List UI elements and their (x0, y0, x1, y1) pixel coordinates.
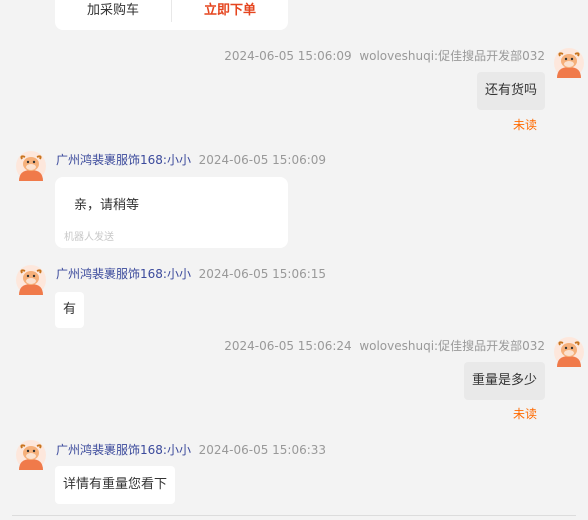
message-bubble: 亲，请稍等 机器人发送 (55, 177, 288, 248)
order-now-button[interactable]: 立即下单 (172, 0, 288, 30)
add-to-purchase-cart-button[interactable]: 加采购车 (55, 0, 171, 30)
message-text: 详情有重量您看下 (63, 477, 168, 492)
sender-name[interactable]: 广州鸿裴裹服饰168:小小 (56, 443, 191, 457)
message-bubble: 详情有重量您看下 (55, 466, 176, 504)
message-meta: 广州鸿裴裹服饰168:小小 2024-06-05 15:06:09 (56, 153, 326, 167)
cow-avatar-icon[interactable] (16, 440, 46, 470)
message-time: 2024-06-05 15:06:09 (224, 49, 352, 63)
sender-name[interactable]: 广州鸿裴裹服饰168:小小 (56, 267, 191, 281)
message-meta: 广州鸿裴裹服饰168:小小 2024-06-05 15:06:15 (56, 267, 326, 281)
sender-name: woloveshuqi:促佳搜品开发部032 (359, 49, 545, 63)
message-meta: 广州鸿裴裹服饰168:小小 2024-06-05 15:06:33 (56, 443, 326, 457)
message-text: 还有货吗 (484, 83, 537, 98)
cow-avatar-icon[interactable] (16, 265, 46, 295)
message-bubble: 重量是多少 (463, 362, 545, 400)
cow-avatar-icon[interactable] (16, 151, 46, 181)
message-time: 2024-06-05 15:06:33 (198, 443, 327, 457)
cow-avatar-icon[interactable] (554, 337, 584, 367)
message-text: 亲，请稍等 (74, 198, 140, 213)
product-card: 加采购车 立即下单 (55, 0, 288, 30)
sender-name[interactable]: 广州鸿裴裹服饰168:小小 (56, 153, 191, 167)
message-bubble: 还有货吗 (476, 72, 545, 110)
sender-name: woloveshuqi:促佳搜品开发部032 (359, 339, 545, 353)
message-text: 有 (63, 302, 77, 317)
cow-avatar-icon[interactable] (554, 48, 584, 78)
unread-status: 未读 (513, 118, 538, 132)
message-time: 2024-06-05 15:06:15 (198, 267, 327, 281)
robot-sent-note: 机器人发送 (64, 232, 114, 243)
unread-status: 未读 (513, 407, 538, 421)
message-time: 2024-06-05 15:06:24 (224, 339, 352, 353)
message-meta: 2024-06-05 15:06:09 woloveshuqi:促佳搜品开发部0… (224, 49, 545, 63)
message-time: 2024-06-05 15:06:09 (198, 153, 327, 167)
message-text: 重量是多少 (471, 373, 537, 388)
message-bubble: 有 (55, 292, 85, 328)
divider (12, 515, 576, 516)
message-meta: 2024-06-05 15:06:24 woloveshuqi:促佳搜品开发部0… (224, 339, 545, 353)
